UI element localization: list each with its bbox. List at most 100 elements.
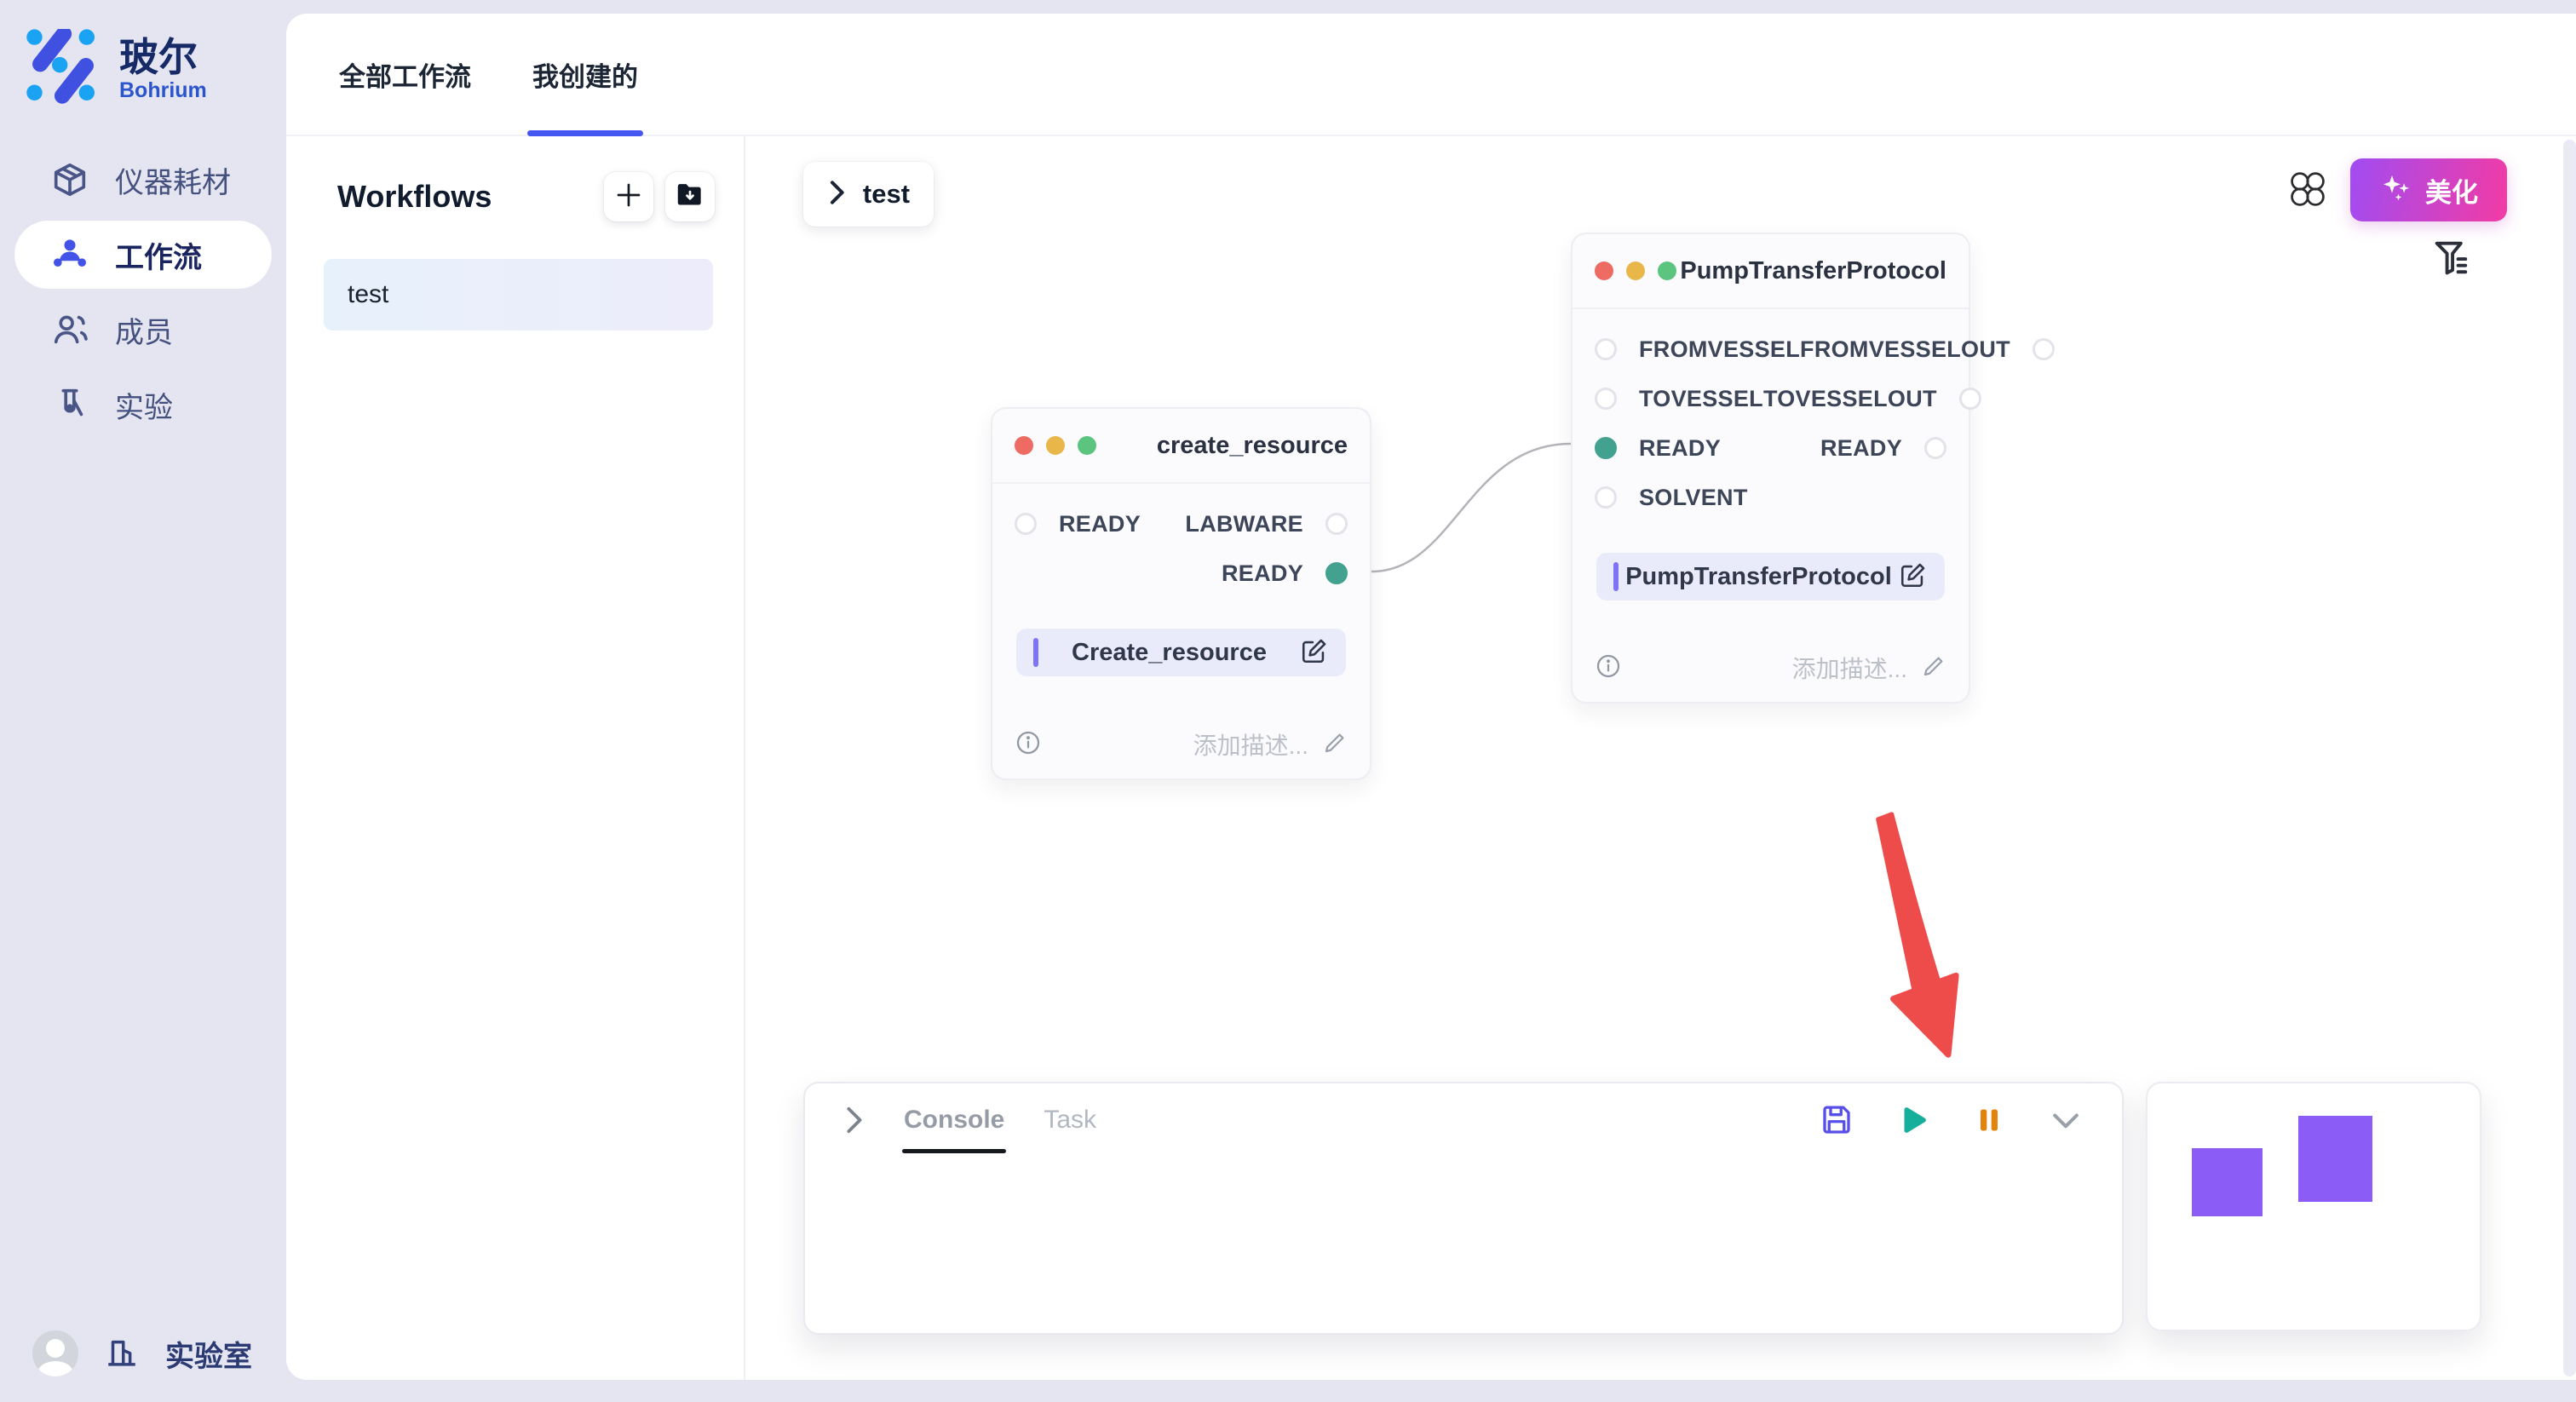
experiment-icon [50, 385, 89, 424]
node-action-create-resource[interactable]: Create_resource [1016, 629, 1346, 676]
port-label: READY [1639, 435, 1721, 462]
command-icon [2286, 168, 2329, 215]
edit-icon[interactable] [1300, 636, 1329, 669]
info-icon[interactable] [1595, 652, 1622, 684]
node-header: PumpTransferProtocol [1573, 234, 1969, 309]
output-port-ready[interactable] [1325, 562, 1348, 584]
node-create-resource[interactable]: create_resource READY LABWARE [991, 407, 1371, 780]
brand-name: 玻尔 Bohrium [119, 37, 207, 104]
workspace-switcher[interactable]: 实验室 [32, 1330, 252, 1376]
app-screen: 玻尔 Bohrium 仪器耗材 [0, 0, 2576, 1402]
node-header: create_resource [992, 409, 1370, 484]
description-group[interactable]: 添加描述... [1792, 651, 1946, 685]
input-port-solvent[interactable] [1595, 486, 1617, 509]
info-icon[interactable] [1015, 729, 1042, 761]
dot-green [1078, 436, 1096, 455]
workflow-list-item-test[interactable]: test [324, 259, 713, 330]
sidebar-nav: 仪器耗材 工作流 [0, 146, 286, 439]
members-icon [50, 310, 89, 349]
pause-icon [1972, 1103, 2006, 1137]
collapse-chevron-icon[interactable] [842, 1106, 865, 1135]
workflow-tabbar: 全部工作流 我创建的 [286, 14, 2576, 136]
sidebar-item-workflows[interactable]: 工作流 [14, 221, 272, 289]
play-icon [1895, 1102, 1931, 1138]
input-port-tovessel[interactable] [1595, 388, 1617, 410]
input-port-ready[interactable] [1595, 437, 1617, 459]
annotation-arrow [1850, 808, 1974, 1064]
output-port-ready[interactable] [1924, 437, 1946, 459]
brand-logo-row: 玻尔 Bohrium [0, 0, 286, 112]
sidebar-item-label: 成员 [115, 309, 173, 351]
tab-my-created[interactable]: 我创建的 [532, 14, 638, 135]
workflows-panel: Workflows [286, 136, 745, 1380]
port-label: SOLVENT [1639, 485, 1748, 511]
command-palette-button[interactable] [2284, 167, 2332, 215]
console-toolbar [1819, 1101, 2084, 1139]
workspace-label: 实验室 [165, 1333, 252, 1375]
bohrium-logo-icon [24, 29, 102, 112]
beautify-label: 美化 [2425, 171, 2478, 210]
minimap-node-pump-transfer [2298, 1116, 2372, 1202]
import-workflow-button[interactable] [665, 172, 715, 221]
filter-button[interactable] [2429, 237, 2475, 283]
breadcrumb[interactable]: test [803, 162, 934, 227]
node-footer: 添加描述... [1595, 647, 1946, 688]
sparkles-icon [2379, 171, 2413, 210]
breadcrumb-label: test [863, 179, 910, 210]
sidebar-item-members[interactable]: 成员 [14, 296, 272, 364]
brand-name-en: Bohrium [119, 78, 207, 103]
minimap[interactable] [2146, 1082, 2481, 1331]
description-placeholder: 添加描述... [1792, 651, 1907, 685]
input-port-fromvessel[interactable] [1595, 338, 1617, 360]
console-panel: Console Task [803, 1082, 2124, 1335]
node-title: create_resource [1157, 432, 1348, 460]
port-label: FROMVESSELOUT [1800, 336, 2010, 363]
chevron-right-icon [827, 180, 846, 210]
output-port-tovesselout[interactable] [1959, 388, 1981, 410]
sidebar-item-experiments[interactable]: 实验 [14, 371, 272, 439]
brand-name-cn: 玻尔 [119, 37, 207, 78]
console-header: Console Task [805, 1083, 2122, 1157]
console-output-area[interactable] [805, 1157, 2122, 1335]
description-placeholder: 添加描述... [1193, 727, 1308, 761]
dot-red [1595, 261, 1613, 280]
dot-yellow [1046, 436, 1065, 455]
sidebar-item-label: 仪器耗材 [115, 159, 231, 201]
action-label: Create_resource [1038, 639, 1300, 667]
output-port-fromvesselout[interactable] [2033, 338, 2055, 360]
workflows-title: Workflows [337, 179, 492, 215]
node-ports: FROMVESSEL FROMVESSELOUT TOVESSEL [1573, 309, 1969, 522]
pause-button[interactable] [1972, 1103, 2006, 1137]
collapse-panel-button[interactable] [2047, 1101, 2084, 1139]
edge-ready-to-ready [1371, 444, 1571, 572]
pencil-icon [1322, 730, 1348, 760]
add-workflow-button[interactable] [604, 172, 653, 221]
node-pump-transfer-protocol[interactable]: PumpTransferProtocol FROMVESSEL FROMVESS… [1571, 233, 1970, 704]
node-footer: 添加描述... [1015, 724, 1348, 765]
save-button[interactable] [1819, 1102, 1854, 1138]
node-action-pump-transfer[interactable]: PumpTransferProtocol [1596, 553, 1945, 600]
beautify-button[interactable]: 美化 [2350, 158, 2507, 221]
dot-green [1658, 261, 1676, 280]
sidebar: 玻尔 Bohrium 仪器耗材 [0, 0, 286, 1402]
canvas-scrollbar[interactable] [2563, 140, 2576, 1376]
input-port-ready[interactable] [1015, 513, 1037, 535]
user-avatar[interactable] [32, 1330, 78, 1376]
console-tab-console[interactable]: Console [904, 1083, 1004, 1157]
plus-icon [613, 180, 644, 215]
traffic-light-dots [1015, 436, 1096, 455]
description-group[interactable]: 添加描述... [1193, 727, 1348, 761]
run-button[interactable] [1895, 1102, 1931, 1138]
port-label: FROMVESSEL [1639, 336, 1800, 363]
tab-all-workflows[interactable]: 全部工作流 [339, 14, 471, 135]
sidebar-item-label: 实验 [115, 384, 173, 426]
chevron-down-icon [2047, 1101, 2084, 1139]
edit-icon[interactable] [1899, 560, 1928, 594]
sidebar-item-label: 工作流 [115, 234, 202, 276]
workflow-canvas[interactable]: test [745, 136, 2576, 1380]
output-port-labware[interactable] [1325, 513, 1348, 535]
sidebar-item-instruments[interactable]: 仪器耗材 [14, 146, 272, 214]
console-tab-task[interactable]: Task [1044, 1083, 1096, 1157]
cube-icon [50, 160, 89, 199]
content-area: 全部工作流 我创建的 Workflows [286, 14, 2576, 1380]
